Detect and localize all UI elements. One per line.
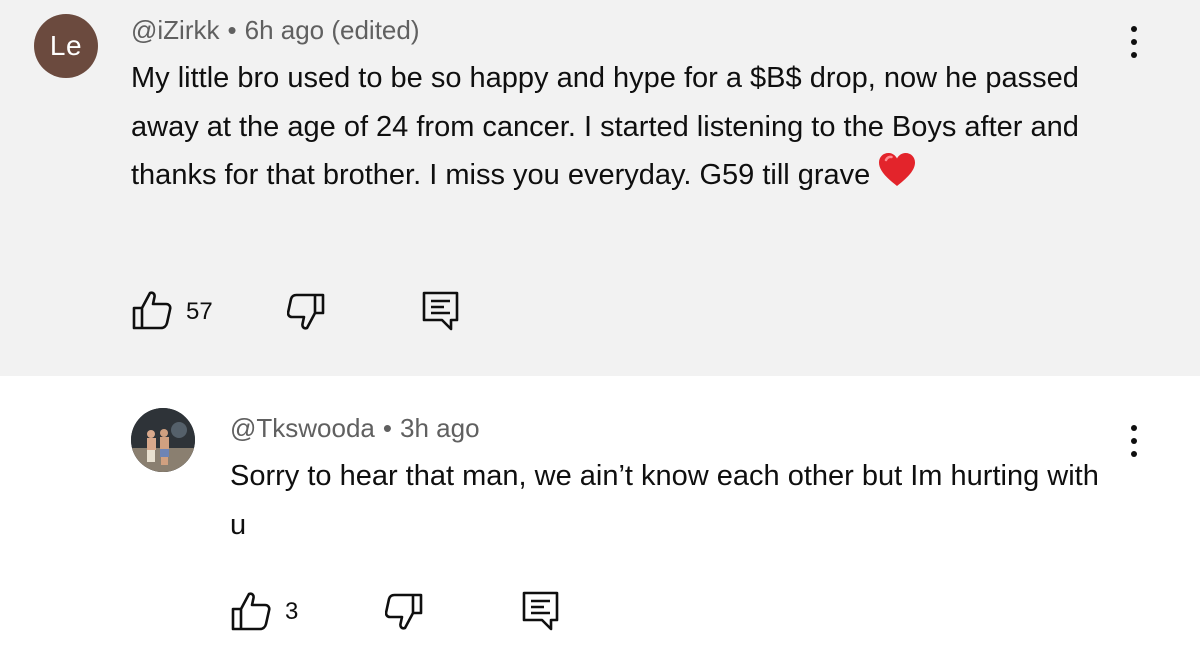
meta-separator: • [382, 413, 393, 443]
more-options-button[interactable] [1124, 421, 1144, 461]
reply-author[interactable]: @Tkswooda [230, 413, 375, 443]
reply-body: Sorry to hear that man, we ain’t know ea… [230, 460, 1099, 541]
thumbs-down-icon [384, 593, 423, 630]
more-dot [1131, 451, 1137, 457]
reply-text: Sorry to hear that man, we ain’t know ea… [230, 452, 1110, 549]
reply-comment-icon [422, 291, 459, 331]
like-count: 57 [186, 298, 213, 325]
avatar[interactable]: Le [34, 14, 98, 78]
thumbs-up-icon [132, 291, 172, 330]
comment-meta: @iZirkk • 6h ago (edited) [131, 15, 420, 46]
comment-author[interactable]: @iZirkk [131, 15, 220, 45]
more-dot [1131, 438, 1137, 444]
reply-comment-icon [522, 591, 559, 631]
dislike-button[interactable] [384, 592, 425, 637]
comment-text: My little bro used to be so happy and hy… [131, 54, 1131, 204]
more-dot [1131, 39, 1137, 45]
profile-photo [131, 408, 195, 472]
dislike-button[interactable] [286, 292, 327, 337]
more-vertical-icon [1131, 26, 1137, 32]
avatar-initials: Le [49, 30, 83, 61]
more-options-button[interactable] [1124, 22, 1144, 62]
thumbs-up-icon [231, 592, 271, 631]
comment-body: My little bro used to be so happy and hy… [131, 62, 1079, 191]
meta-separator: • [227, 15, 237, 45]
thumbs-down-icon [286, 293, 325, 330]
reply-meta: @Tkswooda • 3h ago [230, 413, 480, 444]
like-button[interactable] [131, 289, 173, 336]
comment-time[interactable]: 6h ago (edited) [245, 15, 420, 45]
more-vertical-icon [1131, 425, 1137, 431]
avatar[interactable] [131, 408, 195, 472]
reply-button[interactable] [421, 290, 461, 337]
like-count: 3 [285, 598, 299, 625]
reply-button[interactable] [521, 590, 561, 637]
reply-time[interactable]: 3h ago [400, 413, 480, 443]
heart-icon [878, 152, 916, 204]
like-button[interactable] [230, 590, 272, 637]
comment-thread: Le @iZirkk • 6h ago (edited) My little bro… [0, 0, 1200, 376]
more-dot [1131, 52, 1137, 58]
